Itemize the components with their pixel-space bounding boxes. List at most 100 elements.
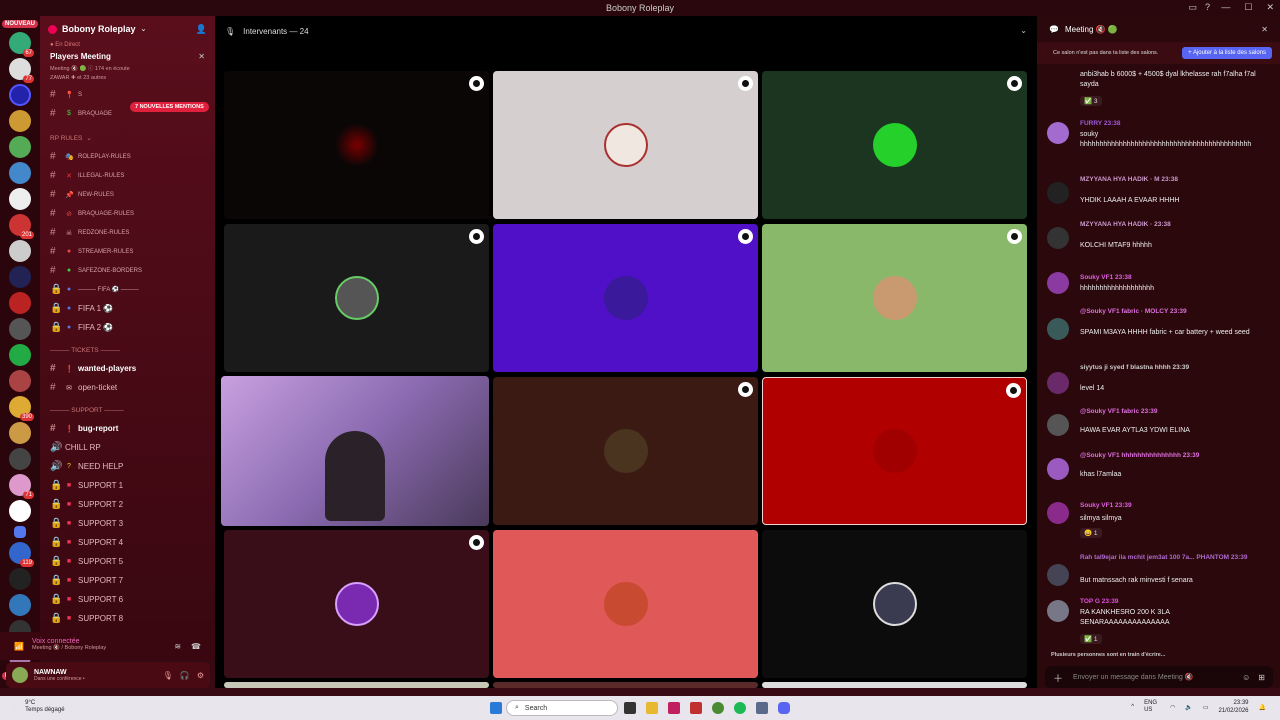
chrome-icon[interactable] <box>712 702 724 714</box>
server-header[interactable]: Bobony Roleplay ⌄ 👤 <box>40 16 215 42</box>
server-icon[interactable] <box>9 110 31 132</box>
voice-channel-support[interactable]: 🔒 ■ SUPPORT 8 <box>40 609 215 628</box>
disconnect-icon[interactable]: ☎ <box>191 642 201 651</box>
server-icon[interactable] <box>9 594 31 616</box>
emoji-icon[interactable]: ☺ <box>1242 673 1250 682</box>
channel-item[interactable]: # ● STREAMER-RULES <box>40 242 215 261</box>
participant-tile[interactable] <box>224 530 489 678</box>
server-icon[interactable] <box>9 188 31 210</box>
settings-icon[interactable] <box>756 702 768 714</box>
category-support[interactable]: ——— SUPPORT ——— <box>40 401 215 419</box>
close-icon[interactable]: ✕ <box>198 52 205 61</box>
avatar[interactable] <box>1047 318 1069 340</box>
avatar[interactable] <box>1047 372 1069 394</box>
add-user-icon[interactable]: 👤 <box>196 24 207 35</box>
voice-channel-support[interactable]: 🔒 ■ SUPPORT 4 <box>40 533 215 552</box>
participant-tile[interactable] <box>762 682 1027 688</box>
reaction-button[interactable]: ✅ 1 <box>1080 634 1102 644</box>
avatar[interactable] <box>1047 458 1069 480</box>
add-to-list-button[interactable]: + Ajouter à la liste des salons <box>1182 47 1272 59</box>
event-card[interactable]: Players Meeting ✕ <box>50 52 205 61</box>
server-icon[interactable] <box>9 422 31 444</box>
headphones-icon[interactable]: 🎧 <box>180 671 190 680</box>
volume-icon[interactable]: 🔈 <box>1185 704 1192 711</box>
windows-start-icon[interactable] <box>490 702 502 714</box>
server-icon[interactable]: 119 <box>9 542 34 567</box>
voice-channel-fifa1[interactable]: 🔒 ● FIFA 1 ⚽ <box>40 299 215 318</box>
close-button[interactable]: ✕ <box>1266 2 1274 13</box>
maximize-button[interactable]: ☐ <box>1244 2 1252 13</box>
chevron-up-icon[interactable]: ^ <box>1131 704 1134 710</box>
server-icon[interactable]: 67 <box>9 32 34 57</box>
participant-tile[interactable] <box>493 224 758 372</box>
avatar[interactable] <box>1047 182 1069 204</box>
server-icon[interactable]: 390 <box>9 396 34 421</box>
app-icon[interactable] <box>690 702 702 714</box>
language-indicator[interactable]: ENG US <box>1144 700 1160 714</box>
category-fifa[interactable]: 🔒 ● ——— FIFA ⚽ ——— <box>40 280 215 299</box>
voice-channel-support[interactable]: 🔒 ■ SUPPORT 7 <box>40 571 215 590</box>
reaction-button[interactable]: 😄 1 <box>1080 528 1102 538</box>
channel-item[interactable]: # 📌 NEW-RULES <box>40 185 215 204</box>
taskbar-search[interactable]: ⌕ Search <box>506 700 618 716</box>
participant-tile[interactable] <box>762 71 1027 219</box>
battery-icon[interactable]: ▭ <box>1203 704 1209 711</box>
message-input[interactable]: ＋ Envoyer un message dans Meeting 🔇 ☺ ⊞ <box>1045 666 1273 688</box>
avatar[interactable] <box>1047 564 1069 586</box>
participant-tile[interactable] <box>493 377 758 525</box>
notification-icon[interactable]: 🔔 <box>1259 704 1266 711</box>
new-mentions-pill[interactable]: 7 NOUVELLES MENTIONS <box>130 102 209 112</box>
channel-item[interactable]: # 🎭 ROLEPLAY-RULES <box>40 147 215 166</box>
participant-tile[interactable] <box>493 682 758 688</box>
voice-channel-support[interactable]: 🔒 ■ SUPPORT 6 <box>40 590 215 609</box>
minimize-button[interactable]: — <box>1221 2 1230 13</box>
close-icon[interactable]: ✕ <box>1261 25 1268 34</box>
server-icon[interactable] <box>9 370 31 392</box>
task-view-icon[interactable] <box>624 702 636 714</box>
avatar[interactable] <box>1047 272 1069 294</box>
voice-channel-need-help[interactable]: 🔊? NEED HELP <box>40 457 215 476</box>
folder-icon[interactable] <box>14 526 26 538</box>
voice-channel-support[interactable]: 🔒 ■ SUPPORT 1 <box>40 476 215 495</box>
server-icon[interactable] <box>9 292 31 314</box>
participant-tile[interactable] <box>224 224 489 372</box>
server-icon[interactable] <box>9 84 31 106</box>
server-icon[interactable] <box>9 318 31 340</box>
participant-tile[interactable] <box>224 682 489 688</box>
gear-icon[interactable]: ⚙ <box>197 671 204 680</box>
participant-tile[interactable] <box>762 377 1027 525</box>
category-tickets[interactable]: ——— TICKETS ——— <box>40 341 215 359</box>
server-icon[interactable] <box>9 266 31 288</box>
channel-wanted-players[interactable]: # ❗ wanted-players <box>40 359 215 378</box>
avatar[interactable] <box>1047 122 1069 144</box>
participant-tile[interactable] <box>493 71 758 219</box>
soundboard-icon[interactable]: ≋ <box>174 642 181 651</box>
voice-channel-support[interactable]: 🔒 ■ SUPPORT 3 <box>40 514 215 533</box>
server-icon[interactable] <box>9 500 31 522</box>
file-explorer-icon[interactable] <box>646 702 658 714</box>
inbox-icon[interactable]: ▭ <box>1188 2 1197 13</box>
spotify-icon[interactable] <box>734 702 746 714</box>
channel-open-ticket[interactable]: # ✉ open-ticket <box>40 378 215 397</box>
server-icon[interactable] <box>9 568 31 590</box>
participant-tile[interactable] <box>493 530 758 678</box>
participant-tile[interactable] <box>762 530 1027 678</box>
reaction-button[interactable]: ✅ 3 <box>1080 96 1102 106</box>
plus-icon[interactable]: ＋ <box>1053 670 1063 685</box>
voice-channel-chill-rp[interactable]: 🔊 CHILL RP <box>40 438 215 457</box>
wifi-icon[interactable]: ◠ <box>1170 704 1175 711</box>
server-icon[interactable] <box>9 162 31 184</box>
chevron-down-icon[interactable]: ⌄ <box>1020 26 1027 35</box>
channel-item[interactable]: # ● SAFEZONE-BORDERS <box>40 261 215 280</box>
category-rp-rules[interactable]: RP RULES ⌄ <box>40 129 215 147</box>
avatar[interactable] <box>12 667 28 683</box>
server-icon[interactable] <box>9 448 31 470</box>
channel-item[interactable]: # ⊘ BRAQUAGE-RULES <box>40 204 215 223</box>
channel-item[interactable]: # ✕ ILLEGAL-RULES <box>40 166 215 185</box>
participant-video[interactable] <box>221 376 489 526</box>
participant-tile[interactable] <box>224 71 489 219</box>
channel-bug-report[interactable]: # ❗ bug-report <box>40 419 215 438</box>
apps-icon[interactable]: ⊞ <box>1258 673 1265 682</box>
clock[interactable]: 23:39 21/02/2026 <box>1218 699 1248 715</box>
app-icon[interactable] <box>668 702 680 714</box>
